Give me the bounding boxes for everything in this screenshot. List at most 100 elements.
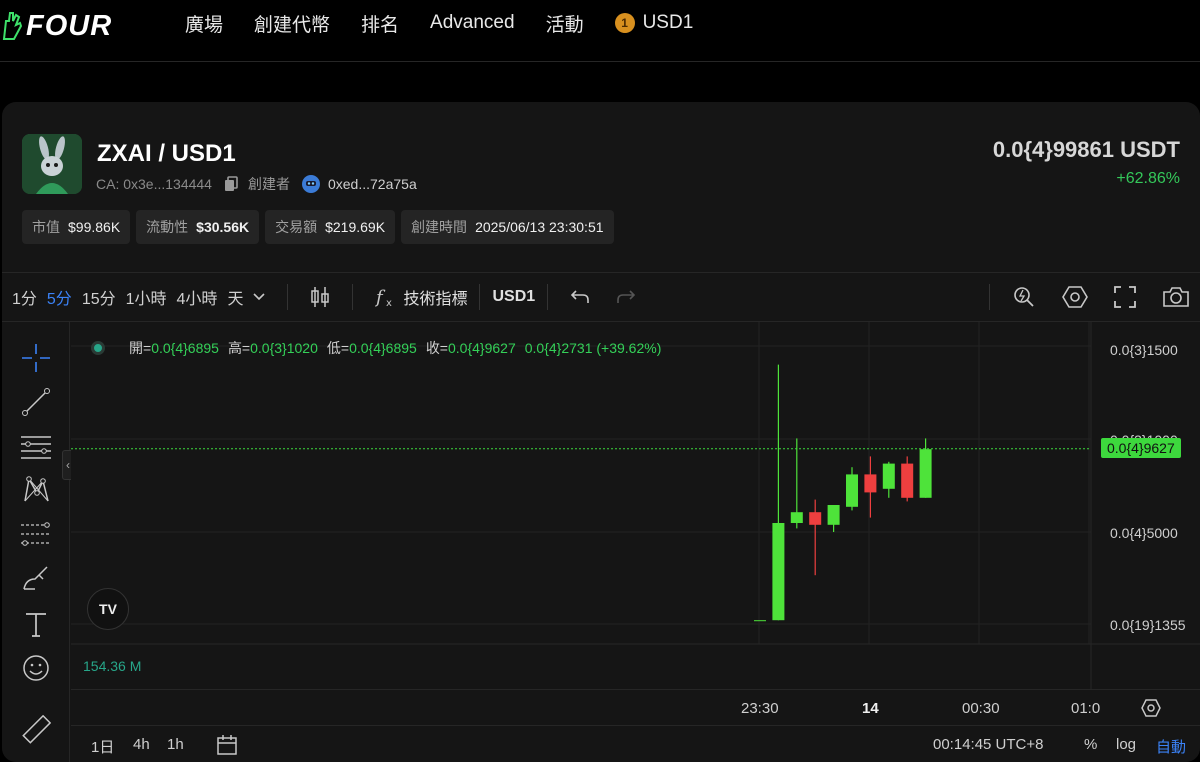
timeframe-1m[interactable]: 1分 — [12, 285, 37, 309]
toolbar-divider — [989, 284, 990, 310]
stat-label: 市值 — [32, 219, 60, 235]
current-price-tag: 0.0{4}9627 — [1101, 437, 1181, 458]
settings-hexagon-icon[interactable] — [1062, 285, 1088, 309]
four-logo[interactable]: FOUR — [0, 6, 112, 46]
emoji-icon[interactable] — [20, 652, 52, 684]
candle-body — [882, 463, 895, 489]
contract-row: CA: 0x3e...134444 創建者 0xed...72a75a — [96, 174, 417, 194]
nav-item-events[interactable]: 活動 — [546, 10, 584, 37]
indicators-label: 技術指標 — [403, 291, 468, 308]
nav-item-ranking[interactable]: 排名 — [361, 10, 399, 37]
candle-body — [790, 512, 803, 523]
nav-item-usd1[interactable]: 1 USD1 — [614, 12, 693, 34]
horizontal-lines-icon[interactable] — [20, 430, 52, 462]
stat-liquidity: 流動性 $30.56K — [136, 210, 260, 244]
chart-grid — [71, 322, 1091, 644]
legend-change: 0.0{4}2731 (+39.62%) — [524, 340, 662, 356]
volume-label: 154.36 M — [83, 658, 142, 674]
timeframe-15m[interactable]: 15分 — [82, 285, 116, 309]
fib-tool-icon[interactable] — [20, 518, 52, 550]
camera-icon[interactable] — [1162, 286, 1190, 308]
visibility-dot-icon[interactable] — [91, 341, 105, 355]
hand-logo-icon — [2, 12, 22, 40]
toolbar-divider — [352, 284, 354, 310]
timeframe-day[interactable]: 天 — [227, 285, 243, 309]
chart-toolbar: 1分 5分 15分 1小時 4小時 天 fx 技術指標 USD1 — [2, 272, 1200, 322]
nav-item-create-token[interactable]: 創建代幣 — [254, 10, 330, 37]
stat-volume: 交易額 $219.69K — [265, 210, 396, 244]
quick-search-icon[interactable] — [1012, 285, 1036, 309]
nav-menu: 廣場 創建代幣 排名 Advanced 活動 1 USD1 — [185, 10, 724, 36]
pattern-tool-icon[interactable] — [20, 474, 52, 506]
stat-label: 創建時間 — [411, 219, 468, 235]
timeframe-5m[interactable]: 5分 — [47, 285, 72, 309]
timeframe-1h[interactable]: 1小時 — [126, 285, 167, 309]
x-tick-label: 01:0 — [1071, 700, 1101, 717]
quote-currency-button[interactable]: USD1 — [492, 288, 535, 306]
legend-close-label: 收= — [425, 340, 448, 356]
token-price: 0.0{4}99861 USDT — [992, 137, 1180, 162]
usd1-coin-icon: 1 — [614, 13, 635, 33]
candle-body — [901, 463, 914, 498]
range-4h[interactable]: 4h — [133, 736, 150, 753]
top-navigation: FOUR 廣場 創建代幣 排名 Advanced 活動 1 USD1 — [0, 0, 1200, 62]
candle-body — [827, 505, 840, 525]
ruler-icon[interactable] — [20, 714, 52, 746]
undo-icon[interactable] — [570, 289, 590, 305]
x-tick-label: 00:30 — [962, 700, 1000, 717]
candle-body — [846, 474, 858, 507]
x-tick-label: 23:30 — [741, 700, 779, 717]
fullscreen-icon[interactable] — [1114, 286, 1136, 308]
logo-text: FOUR — [26, 9, 113, 42]
utc-clock[interactable]: 00:14:45 UTC+8 — [933, 736, 1044, 753]
text-tool-icon[interactable] — [20, 608, 52, 640]
drawing-tools-sidebar — [2, 322, 70, 762]
nav-item-advanced[interactable]: Advanced — [430, 12, 515, 34]
candle-body — [772, 523, 785, 621]
stat-value: $219.69K — [325, 219, 386, 235]
x-tick-label: 14 — [862, 700, 879, 717]
y-tick-label: 0.0{4}5000 — [1110, 525, 1178, 541]
price-change: +62.86% — [1116, 170, 1180, 187]
trend-line-icon[interactable] — [20, 386, 52, 418]
axis-settings-icon[interactable] — [1141, 698, 1161, 723]
stat-value: 2025/06/13 23:30:51 — [475, 219, 604, 235]
candlestick-chart — [71, 322, 1200, 689]
indicators-button[interactable]: fx 技術指標 — [375, 285, 467, 309]
svg-text:x: x — [386, 298, 392, 308]
price-chart[interactable]: 開= 0.0{4}6895 高= 0.0{3}1020 低= 0.0{4}689… — [71, 322, 1200, 762]
range-1h[interactable]: 1h — [167, 736, 184, 753]
candles-layer — [754, 364, 932, 622]
rabbit-avatar-icon — [22, 134, 82, 194]
creator-avatar-icon — [301, 175, 320, 193]
stat-label: 流動性 — [146, 219, 189, 235]
auto-toggle[interactable]: 自動 — [1156, 736, 1186, 757]
legend-high-label: 高= — [227, 340, 251, 356]
stat-label: 交易額 — [275, 219, 318, 235]
percent-toggle[interactable]: % — [1084, 736, 1097, 753]
candle-body — [919, 449, 932, 498]
stat-market-cap: 市值 $99.86K — [22, 210, 131, 244]
creator-address[interactable]: 0xed...72a75a — [328, 176, 417, 192]
nav-item-plaza[interactable]: 廣場 — [185, 10, 223, 37]
stat-created: 創建時間 2025/06/13 23:30:51 — [401, 210, 614, 244]
legend-high-value: 0.0{3}1020 — [250, 340, 318, 356]
legend-low-value: 0.0{4}6895 — [349, 340, 417, 356]
creator-label: 創建者 — [247, 176, 290, 192]
candlestick-type-icon[interactable] — [310, 286, 330, 308]
crosshair-icon[interactable] — [20, 342, 52, 374]
function-icon: fx — [375, 287, 392, 308]
toolbar-divider — [547, 284, 549, 310]
range-1d[interactable]: 1日 — [91, 736, 114, 757]
copy-icon[interactable] — [224, 176, 238, 192]
timeframe-4h[interactable]: 4小時 — [177, 285, 218, 309]
redo-icon[interactable] — [616, 289, 636, 305]
tradingview-logo[interactable]: TV — [87, 588, 129, 630]
candle-body — [864, 474, 877, 493]
toolbar-divider — [479, 284, 481, 310]
calendar-icon[interactable] — [216, 734, 238, 760]
legend-open-value: 0.0{4}6895 — [151, 340, 219, 356]
brush-icon[interactable] — [20, 562, 52, 594]
log-toggle[interactable]: log — [1116, 736, 1136, 753]
chevron-down-icon[interactable] — [253, 293, 266, 301]
